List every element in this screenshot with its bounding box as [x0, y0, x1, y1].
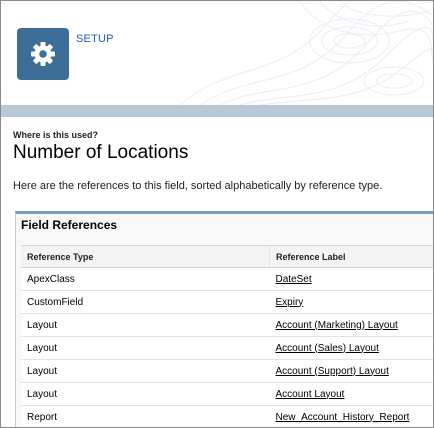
reference-label-link[interactable]: New_Account_History_Report — [276, 412, 410, 423]
table-row: Layout Account (Marketing) Layout — [21, 313, 433, 337]
reference-label-cell: Account Layout — [269, 382, 433, 406]
table-row: Layout Account (Support) Layout — [21, 359, 433, 383]
reference-label-link[interactable]: Expiry — [276, 297, 304, 308]
setup-window: SETUP Where is this used? Number of Loca… — [0, 0, 434, 428]
reference-label-cell: Account (Marketing) Layout — [269, 313, 433, 337]
header-divider-band — [1, 105, 433, 117]
column-header-reference-type[interactable]: Reference Type — [21, 245, 270, 268]
reference-label-link[interactable]: Account (Sales) Layout — [276, 343, 379, 354]
page-description: Here are the references to this field, s… — [13, 180, 383, 192]
reference-type-cell: CustomField — [21, 290, 270, 314]
table-row: Report New_Account_History_Report — [21, 405, 433, 427]
gear-icon — [31, 42, 55, 66]
table-row: Layout Account Layout — [21, 382, 433, 406]
table-row: Layout Account (Sales) Layout — [21, 336, 433, 360]
reference-label-cell: Expiry — [269, 290, 433, 314]
field-references-panel: Field References Reference Type Referenc… — [15, 211, 433, 427]
table-header-row: Reference Type Reference Label — [21, 245, 433, 268]
reference-label-link[interactable]: Account (Marketing) Layout — [276, 320, 398, 331]
reference-label-link[interactable]: Account Layout — [276, 389, 345, 400]
table-row: CustomField Expiry — [21, 290, 433, 314]
reference-type-cell: Report — [21, 405, 270, 427]
setup-app-label[interactable]: SETUP — [76, 33, 114, 45]
field-references-table: Reference Type Reference Label ApexClass… — [21, 245, 433, 427]
reference-type-cell: Layout — [21, 382, 270, 406]
setup-app-icon[interactable] — [17, 28, 69, 80]
reference-type-cell: Layout — [21, 336, 270, 360]
reference-label-cell: New_Account_History_Report — [269, 405, 433, 427]
table-row: ApexClass DateSet — [21, 267, 433, 291]
reference-label-cell: DateSet — [269, 267, 433, 291]
main-content: Where is this used? Number of Locations … — [1, 117, 433, 427]
reference-label-link[interactable]: DateSet — [276, 274, 312, 285]
field-references-title: Field References — [21, 218, 118, 232]
column-header-reference-label[interactable]: Reference Label — [269, 245, 433, 268]
page-title: Number of Locations — [13, 142, 189, 163]
page-eyebrow: Where is this used? — [13, 130, 99, 140]
reference-type-cell: Layout — [21, 313, 270, 337]
reference-label-link[interactable]: Account (Support) Layout — [276, 366, 389, 377]
reference-type-cell: Layout — [21, 359, 270, 383]
reference-label-cell: Account (Sales) Layout — [269, 336, 433, 360]
reference-label-cell: Account (Support) Layout — [269, 359, 433, 383]
reference-type-cell: ApexClass — [21, 267, 270, 291]
setup-header: SETUP — [1, 1, 433, 105]
